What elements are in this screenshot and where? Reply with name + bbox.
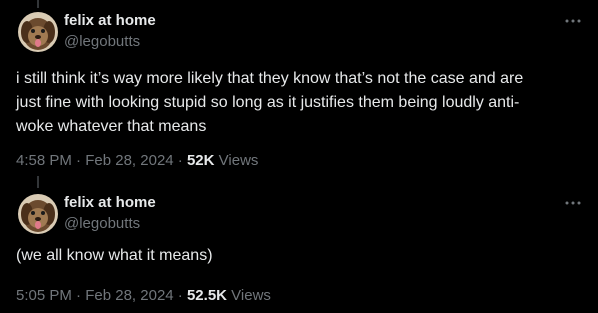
dog-avatar-icon: [18, 12, 58, 52]
tweet-time[interactable]: 5:05 PM: [16, 287, 72, 304]
tweet-date[interactable]: Feb 28, 2024: [85, 152, 173, 169]
dog-avatar-icon: [18, 194, 58, 234]
tweet-meta: 5:05 PM · Feb 28, 2024 · 52.5K Views: [16, 287, 271, 304]
views-count: 52.5K: [186, 287, 227, 304]
author-handle[interactable]: @legobutts: [64, 33, 140, 50]
author-name[interactable]: felix at home: [64, 12, 156, 29]
more-horizontal-icon: [565, 19, 581, 23]
tweet-meta: 4:58 PM · Feb 28, 2024 · 52K Views: [16, 152, 258, 169]
tweet-date[interactable]: Feb 28, 2024: [85, 287, 173, 304]
thread-connector: [37, 176, 39, 188]
tweet-time[interactable]: 4:58 PM: [16, 152, 72, 169]
meta-separator: ·: [76, 287, 82, 304]
tweet-text: (we all know what it means): [16, 247, 213, 264]
avatar[interactable]: [18, 12, 58, 52]
views-count: 52K: [186, 152, 215, 169]
avatar[interactable]: [18, 194, 58, 234]
author-name[interactable]: felix at home: [64, 194, 156, 211]
thread-connector-top: [37, 0, 39, 8]
meta-separator: ·: [177, 287, 183, 304]
author-handle[interactable]: @legobutts: [64, 215, 140, 232]
tweet-text: i still think it’s way more likely that …: [16, 70, 524, 135]
views-label: Views: [231, 287, 271, 304]
meta-separator: ·: [76, 152, 82, 169]
more-options-button[interactable]: [562, 192, 584, 214]
views-label: Views: [218, 152, 259, 169]
meta-separator: ·: [177, 152, 183, 169]
more-options-button[interactable]: [562, 10, 584, 32]
more-horizontal-icon: [565, 201, 581, 205]
